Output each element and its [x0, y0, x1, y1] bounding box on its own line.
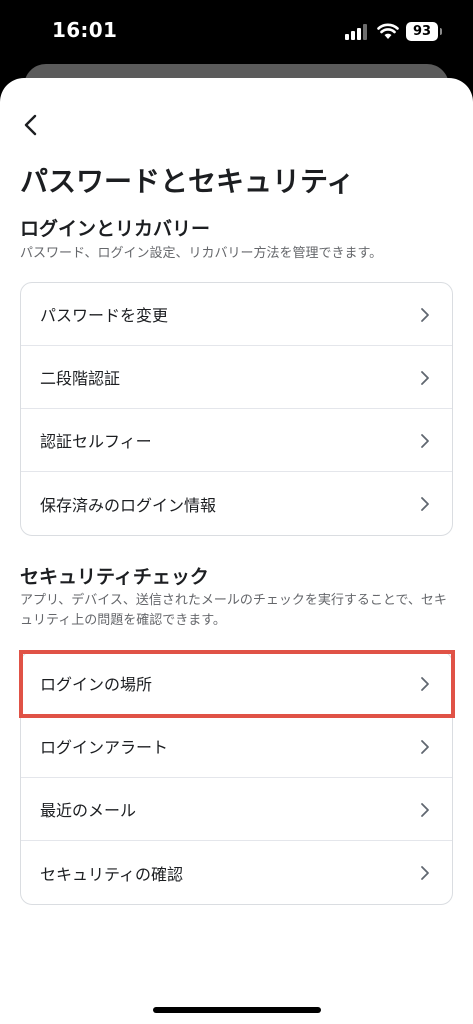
chevron-left-icon[interactable] [16, 108, 46, 142]
status-bar: 16:01 93 [0, 0, 473, 62]
page-title: パスワードとセキュリティ [20, 165, 355, 198]
security-check-card: ログインの場所 ログインアラート 最近のメール セキュリティの確認 [20, 651, 453, 905]
home-indicator[interactable] [153, 1007, 321, 1013]
wifi-icon [377, 23, 399, 39]
row-label: 二段階認証 [40, 369, 121, 388]
security-section-description: アプリ、デバイス、送信されたメールのチェックを実行することで、セキュリティ上の問… [20, 593, 447, 628]
chevron-right-icon [421, 434, 429, 448]
settings-sheet: パスワードとセキュリティ ログインとリカバリー パスワード、ログイン設定、リカバ… [0, 78, 473, 1024]
row-label: 認証セルフィー [40, 432, 152, 451]
battery-icon: 93 [406, 22, 442, 41]
security-checkup-item[interactable]: セキュリティの確認 [21, 841, 452, 904]
recent-emails-item[interactable]: 最近のメール [21, 778, 452, 841]
row-label: パスワードを変更 [40, 306, 169, 325]
cellular-signal-icon [345, 24, 367, 40]
row-label: セキュリティの確認 [40, 864, 184, 884]
chevron-right-icon [421, 803, 429, 817]
saved-login-info-item[interactable]: 保存済みのログイン情報 [21, 472, 452, 535]
row-label: 保存済みのログイン情報 [40, 495, 217, 515]
two-factor-auth-item[interactable]: 二段階認証 [21, 346, 452, 409]
login-settings-card: パスワードを変更 二段階認証 認証セルフィー 保存済みのログイン情報 [20, 282, 453, 536]
verification-selfie-item[interactable]: 認証セルフィー [21, 409, 452, 472]
row-label: ログインアラート [40, 738, 169, 757]
chevron-right-icon [421, 371, 429, 385]
row-label: 最近のメール [40, 801, 137, 820]
chevron-right-icon [421, 677, 429, 691]
row-label: ログインの場所 [40, 675, 153, 694]
security-section-title: セキュリティチェック [20, 566, 209, 588]
login-section-title: ログインとリカバリー [20, 218, 211, 240]
login-section-description: パスワード、ログイン設定、リカバリー方法を管理できます。 [20, 246, 383, 261]
login-locations-item[interactable]: ログインの場所 [21, 652, 452, 715]
battery-level: 93 [412, 24, 432, 39]
status-time: 16:01 [52, 18, 118, 42]
chevron-right-icon [421, 866, 429, 880]
chevron-right-icon [421, 740, 429, 754]
chevron-right-icon [421, 497, 429, 511]
screen: 16:01 93 パスワードとセキュリティ ログインとリカバリー パスワード、ロ… [0, 0, 473, 1024]
login-alerts-item[interactable]: ログインアラート [21, 715, 452, 778]
change-password-item[interactable]: パスワードを変更 [21, 283, 452, 346]
chevron-right-icon [421, 308, 429, 322]
